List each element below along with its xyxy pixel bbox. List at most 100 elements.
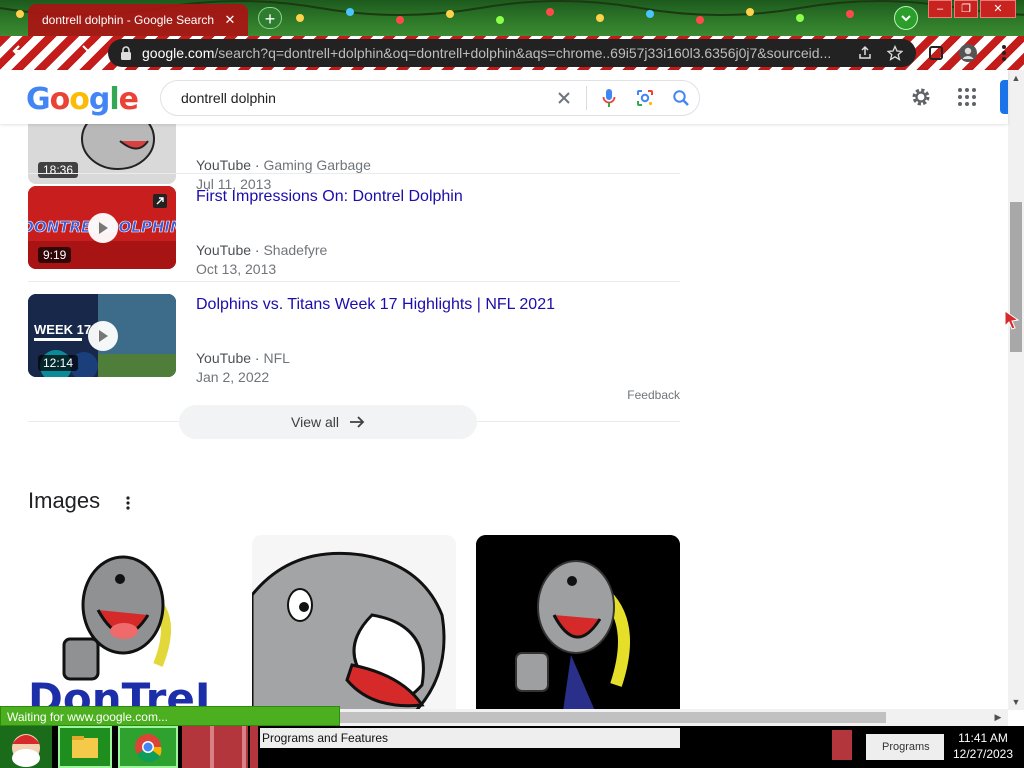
images-more-options-button[interactable] bbox=[120, 492, 136, 514]
play-icon bbox=[99, 222, 108, 234]
view-all-label: View all bbox=[291, 414, 339, 430]
image-result[interactable] bbox=[252, 535, 456, 709]
video-result[interactable]: DONTREL DOLPHIN 9:19 First Impressions O… bbox=[28, 186, 680, 294]
apps-grid-icon bbox=[958, 88, 976, 106]
play-icon bbox=[99, 330, 108, 342]
extensions-button[interactable] bbox=[924, 41, 948, 65]
browser-toolbar: google.com/search?q=dontrell+dolphin&oq=… bbox=[0, 36, 1024, 70]
play-button[interactable] bbox=[88, 213, 118, 243]
clear-search-button[interactable] bbox=[546, 80, 582, 116]
share-icon[interactable] bbox=[854, 42, 876, 64]
windows-taskbar: Programs and Features Programs 11:41 AM … bbox=[0, 726, 1024, 768]
image-result[interactable]: DonTreL bbox=[28, 535, 232, 709]
google-search-header: Google dontrell dolphin bbox=[0, 70, 1008, 124]
clock-time: 11:41 AM bbox=[958, 731, 1008, 745]
new-tab-button[interactable]: + bbox=[258, 7, 282, 29]
dontrel-black-background-image bbox=[476, 535, 680, 709]
browser-tab-active[interactable]: dontrell dolphin - Google Search ✕ bbox=[28, 4, 248, 36]
video-date: Jan 2, 2022 bbox=[196, 369, 270, 385]
tray-programs-window[interactable]: Programs bbox=[866, 734, 944, 760]
clear-icon bbox=[558, 92, 570, 104]
svg-text:DonTreL: DonTreL bbox=[28, 674, 222, 709]
feedback-link[interactable]: Feedback bbox=[620, 388, 680, 402]
screen: dontrell dolphin - Google Search ✕ + – ❐… bbox=[0, 0, 1024, 768]
start-button[interactable] bbox=[0, 726, 52, 768]
search-input[interactable]: dontrell dolphin bbox=[181, 90, 546, 106]
close-window-button[interactable]: ✕ bbox=[980, 0, 1016, 18]
scroll-right-arrow[interactable]: ▶ bbox=[990, 709, 1006, 726]
taskbar-programs-and-features[interactable]: Programs and Features bbox=[260, 728, 680, 748]
video-title-link[interactable]: Dolphins vs. Titans Week 17 Highlights |… bbox=[196, 296, 555, 314]
tab-close-icon[interactable]: ✕ bbox=[222, 12, 238, 28]
tray-notification-area[interactable] bbox=[832, 730, 852, 760]
video-title-link[interactable]: First Impressions On: Dontrel Dolphin bbox=[196, 188, 463, 206]
browser-menu-button[interactable] bbox=[992, 41, 1016, 65]
taskbar-clock[interactable]: 11:41 AM 12/27/2023 bbox=[946, 730, 1020, 762]
svg-text:WEEK 17: WEEK 17 bbox=[34, 322, 91, 337]
puzzle-icon bbox=[929, 46, 943, 60]
video-source: YouTube · Gaming Garbage bbox=[196, 157, 371, 173]
scroll-up-arrow[interactable]: ▲ bbox=[1008, 70, 1024, 86]
voice-search-button[interactable] bbox=[591, 80, 627, 116]
mouse-cursor-icon bbox=[1004, 310, 1020, 330]
taskbar-chrome[interactable] bbox=[118, 726, 178, 768]
taskbar-separator bbox=[250, 726, 258, 768]
close-icon bbox=[82, 45, 94, 57]
search-submit-button[interactable] bbox=[663, 80, 699, 116]
profile-avatar-icon bbox=[959, 44, 977, 62]
result-divider bbox=[28, 281, 680, 282]
taskbar-window-button[interactable] bbox=[182, 726, 248, 768]
search-results: 18:36 YouTube · Gaming Garbage Jul 11, 2… bbox=[0, 124, 1008, 709]
result-divider bbox=[28, 173, 680, 174]
view-all-button[interactable]: View all bbox=[179, 405, 477, 439]
google-logo[interactable]: Google bbox=[26, 82, 139, 117]
tab-search-button[interactable] bbox=[894, 6, 918, 30]
vertical-scrollbar[interactable]: ▲ ▼ bbox=[1008, 70, 1024, 710]
camera-lens-icon bbox=[637, 90, 653, 106]
tab-title: dontrell dolphin - Google Search bbox=[42, 13, 215, 27]
folder-icon bbox=[72, 736, 98, 758]
restore-button[interactable]: ❐ bbox=[954, 0, 978, 18]
settings-button[interactable] bbox=[908, 84, 934, 110]
video-thumbnail[interactable]: WEEK 17 12:14 bbox=[28, 294, 176, 377]
images-section-heading: Images bbox=[28, 488, 101, 513]
back-arrow-icon bbox=[12, 45, 26, 57]
kebab-menu-icon bbox=[126, 496, 130, 510]
bookmark-star-icon[interactable] bbox=[884, 42, 906, 64]
search-icon bbox=[673, 90, 689, 106]
cartoon-dolphin-face-image bbox=[252, 535, 456, 709]
video-thumbnail[interactable]: DONTREL DOLPHIN 9:19 bbox=[28, 186, 176, 269]
browser-tab-strip: dontrell dolphin - Google Search ✕ + – ❐… bbox=[0, 0, 1024, 36]
video-date: Oct 13, 2013 bbox=[196, 261, 277, 277]
clock-date: 12/27/2023 bbox=[952, 747, 1014, 761]
address-url: google.com/search?q=dontrell+dolphin&oq=… bbox=[142, 45, 832, 61]
video-duration: 9:19 bbox=[38, 247, 72, 263]
back-button[interactable] bbox=[8, 41, 32, 65]
video-duration: 18:36 bbox=[38, 162, 79, 178]
stop-loading-button[interactable] bbox=[76, 41, 100, 65]
scroll-down-arrow[interactable]: ▼ bbox=[1008, 694, 1024, 710]
chrome-icon bbox=[135, 734, 162, 763]
video-result[interactable]: WEEK 17 12:14 Dolphins vs. Titans Week 1… bbox=[28, 294, 680, 402]
microphone-icon bbox=[602, 89, 616, 107]
google-apps-button[interactable] bbox=[954, 84, 980, 110]
sign-in-button-edge[interactable] bbox=[1000, 80, 1008, 114]
gear-icon bbox=[912, 88, 930, 106]
taskbar-file-explorer[interactable] bbox=[58, 726, 112, 768]
search-divider bbox=[586, 86, 587, 110]
lock-icon bbox=[121, 46, 131, 60]
chevron-down-icon bbox=[901, 15, 911, 22]
play-button[interactable] bbox=[88, 321, 118, 351]
profile-button[interactable] bbox=[956, 41, 980, 65]
video-source: YouTube · NFL bbox=[196, 350, 290, 366]
minimize-button[interactable]: – bbox=[928, 0, 952, 18]
video-duration: 12:14 bbox=[38, 355, 79, 371]
search-box[interactable]: dontrell dolphin bbox=[160, 80, 700, 116]
loading-status-bar: Waiting for www.google.com... bbox=[0, 706, 340, 726]
arrow-right-icon bbox=[350, 416, 365, 428]
address-bar[interactable]: google.com/search?q=dontrell+dolphin&oq=… bbox=[108, 39, 916, 67]
santa-start-icon bbox=[12, 734, 40, 767]
video-thumbnail[interactable]: 18:36 bbox=[28, 124, 176, 184]
image-result[interactable] bbox=[476, 535, 680, 709]
lens-search-button[interactable] bbox=[627, 80, 663, 116]
